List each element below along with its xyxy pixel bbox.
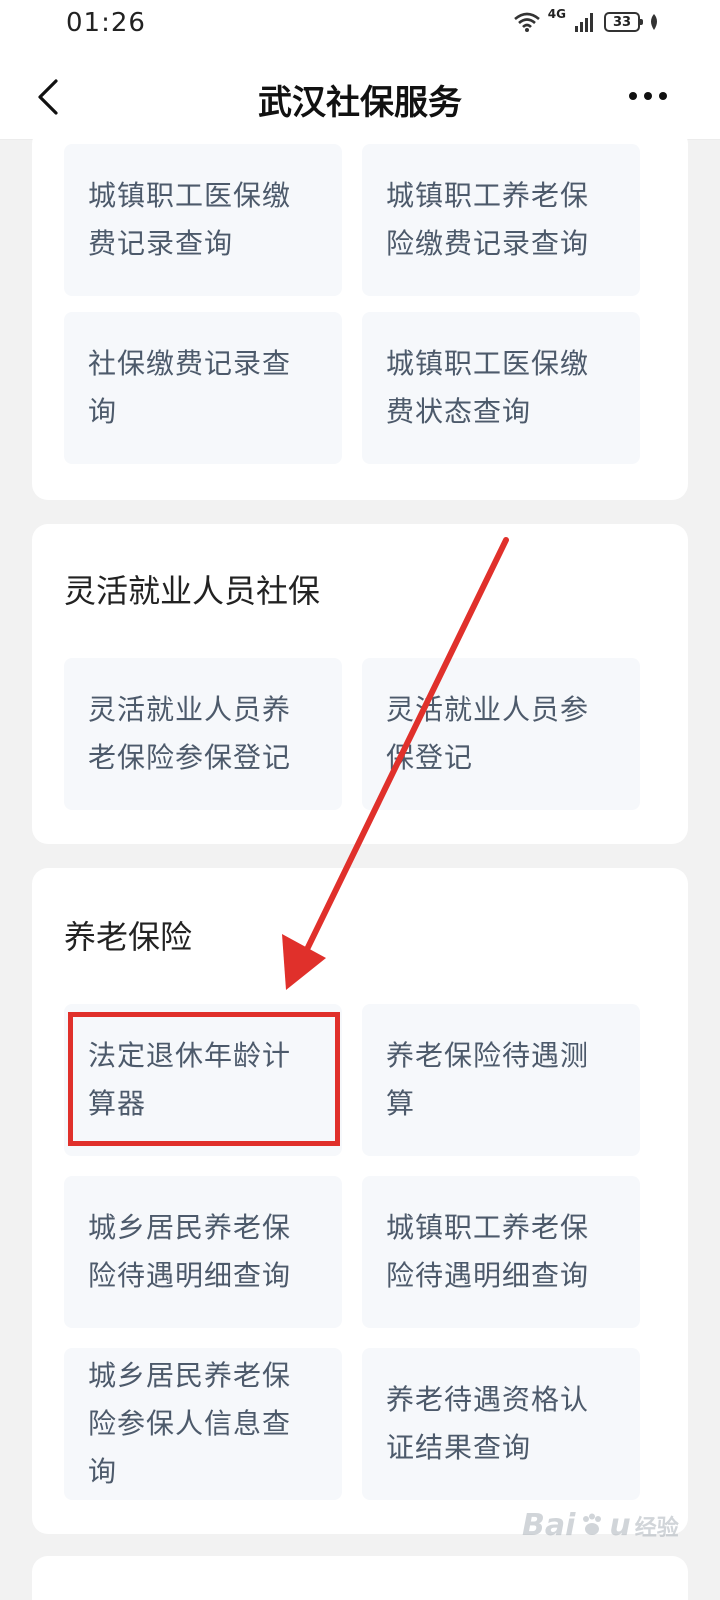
baidu-watermark: Bai u 经验 <box>522 1508 679 1543</box>
service-tile[interactable]: 城乡居民养老保险参保人信息查询 <box>64 1348 342 1500</box>
service-tile-label: 城镇职工医保缴费状态查询 <box>386 347 590 428</box>
service-tile-label: 城镇职工养老保险待遇明细查询 <box>386 1211 590 1292</box>
status-icons: 4G 33 <box>513 7 660 32</box>
page-title: 武汉社保服务 <box>258 83 462 123</box>
watermark-brand: Bai <box>522 1508 576 1543</box>
wifi-icon <box>513 12 540 32</box>
service-tile[interactable]: 城乡居民养老保险待遇明细查询 <box>64 1176 342 1328</box>
leaf-icon <box>651 14 657 30</box>
status-time: 01:26 <box>66 8 146 38</box>
service-tile[interactable]: 城镇职工养老保险缴费记录查询 <box>362 144 640 296</box>
service-tile[interactable]: 城镇职工医保缴费状态查询 <box>362 312 640 464</box>
service-tile[interactable]: 城镇职工养老保险待遇明细查询 <box>362 1176 640 1328</box>
service-tile[interactable]: 灵活就业人员参保登记 <box>362 658 640 810</box>
section-card-next <box>32 1556 688 1600</box>
section-title: 灵活就业人员社保 <box>64 572 321 610</box>
service-tile[interactable]: 灵活就业人员养老保险参保登记 <box>64 658 342 810</box>
watermark-sub: 经验 <box>634 1515 679 1541</box>
watermark-brand-end: u <box>609 1508 631 1543</box>
battery-level: 33 <box>612 14 632 30</box>
service-tile-label: 城镇职工医保缴费记录查询 <box>88 179 292 260</box>
battery-icon: 33 <box>604 12 643 32</box>
signal-icon <box>575 13 593 32</box>
more-horizontal-icon <box>629 92 667 100</box>
more-button[interactable] <box>626 81 670 111</box>
service-tile-label: 城乡居民养老保险待遇明细查询 <box>88 1211 292 1292</box>
service-tile-label: 灵活就业人员养老保险参保登记 <box>88 693 292 774</box>
service-tile[interactable]: 养老待遇资格认证结果查询 <box>362 1348 640 1500</box>
network-type: 4G <box>547 7 566 21</box>
service-tile-label: 灵活就业人员参保登记 <box>386 693 590 774</box>
service-tile-label: 养老保险待遇测算 <box>386 1039 590 1120</box>
section-card-flexible-employment: 灵活就业人员社保 灵活就业人员养老保险参保登记 灵活就业人员参保登记 <box>32 524 688 844</box>
service-tile[interactable]: 社保缴费记录查询 <box>64 312 342 464</box>
service-tile-label: 城镇职工养老保险缴费记录查询 <box>386 179 590 260</box>
section-card-contribution-records: 城镇职工医保缴费记录查询 城镇职工养老保险缴费记录查询 社保缴费记录查询 城镇职… <box>32 128 688 500</box>
status-bar: 01:26 4G 33 <box>0 0 720 55</box>
service-tile-label: 养老待遇资格认证结果查询 <box>386 1383 590 1464</box>
section-card-pension-insurance: 养老保险 法定退休年龄计算器 养老保险待遇测算 城乡居民养老保险待遇明细查询 城… <box>32 868 688 1534</box>
paw-icon <box>583 1513 602 1535</box>
service-tile-label: 社保缴费记录查询 <box>88 347 292 428</box>
service-tile[interactable]: 城镇职工医保缴费记录查询 <box>64 144 342 296</box>
annotation-highlight-box <box>68 1012 340 1146</box>
section-title: 养老保险 <box>64 918 193 956</box>
service-tile-label: 城乡居民养老保险参保人信息查询 <box>88 1359 292 1488</box>
service-tile[interactable]: 养老保险待遇测算 <box>362 1004 640 1156</box>
